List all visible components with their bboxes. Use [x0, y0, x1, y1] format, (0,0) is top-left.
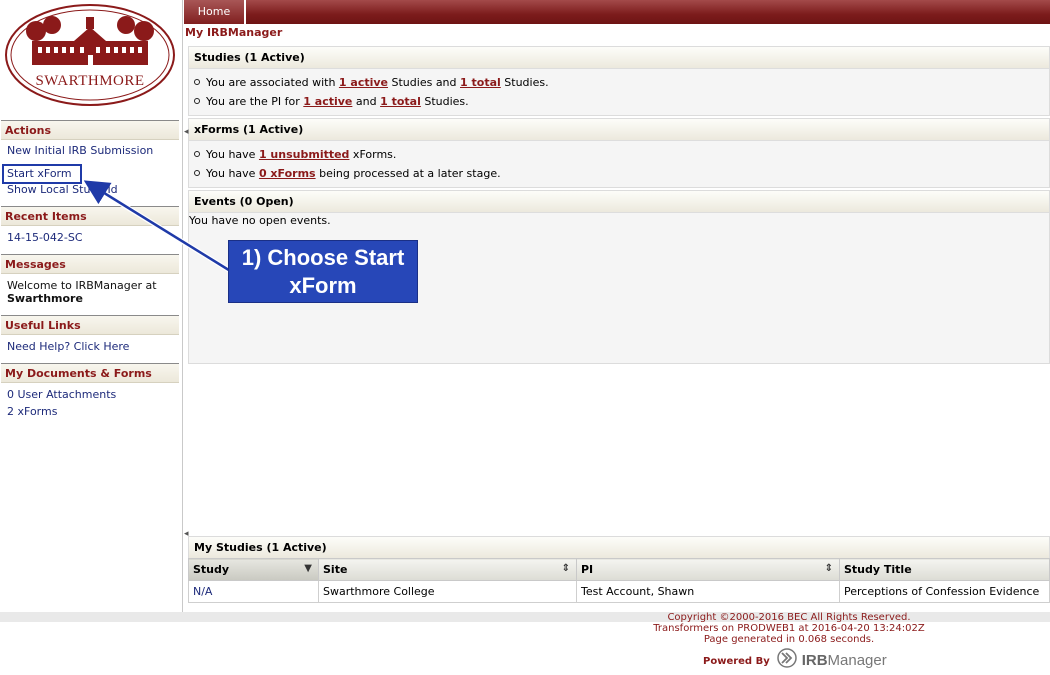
recent-item-link[interactable]: 14-15-042-SC [7, 231, 83, 244]
column-label: Site [323, 563, 348, 576]
irbmanager-logo-icon [777, 648, 797, 668]
tab-home[interactable]: Home [184, 0, 246, 24]
pi-active-link[interactable]: 1 active [303, 95, 352, 108]
cell-study[interactable]: N/A [188, 580, 319, 603]
sort-icon: ⇕ [561, 563, 570, 574]
cell-pi: Test Account, Shawn [576, 580, 840, 603]
cell-site: Swarthmore College [318, 580, 577, 603]
bullet-icon [194, 79, 200, 85]
collapse-handle-icon[interactable]: ◂ [184, 126, 189, 138]
text: You are the PI for [206, 95, 304, 108]
column-study-title[interactable]: Study Title [839, 558, 1050, 581]
callout-line-1: 1) Choose Start [241, 245, 405, 270]
new-irb-submission-link[interactable]: New Initial IRB Submission [7, 144, 153, 157]
my-studies-title: My Studies (1 Active) [189, 537, 1049, 559]
start-xform-highlight [2, 164, 82, 184]
need-help-link[interactable]: Need Help? Click Here [7, 340, 129, 353]
callout-box: 1) Choose Start xForm [228, 240, 418, 303]
actions-heading: Actions [1, 120, 179, 140]
column-label: Study [193, 563, 230, 576]
text: and [352, 95, 381, 108]
unsubmitted-xforms-link[interactable]: 1 unsubmitted [259, 148, 349, 161]
column-study[interactable]: Study ▼ [188, 558, 319, 581]
total-studies-link[interactable]: 1 total [460, 76, 501, 89]
column-label: Study Title [844, 563, 912, 576]
studies-associated-line: You are associated with 1 active Studies… [194, 76, 549, 89]
text: You are associated with [206, 76, 339, 89]
text: being processed at a later stage. [315, 167, 501, 180]
column-pi[interactable]: PI ⇕ [576, 558, 840, 581]
callout-line-2: xForm [289, 273, 357, 298]
user-attachments-link[interactable]: 0 User Attachments [7, 388, 116, 401]
studies-panel-title: Studies (1 Active) [189, 47, 1049, 69]
show-local-study-id-link[interactable]: Show Local Study Id [7, 183, 118, 196]
server-info-text: Transformers on PRODWEB1 at 2016-04-20 1… [653, 623, 925, 634]
copyright-text: Copyright ©2000-2016 BEC All Rights Rese… [667, 612, 911, 623]
text: xForms. [349, 148, 397, 161]
brand-irb: IRB [801, 652, 828, 669]
powered-by-logo[interactable]: Powered By IRBManager [703, 648, 887, 670]
top-nav-bar: Home [184, 0, 1050, 24]
bullet-icon [194, 170, 200, 176]
xforms-unsubmitted-line: You have 1 unsubmitted xForms. [194, 148, 396, 161]
active-studies-link[interactable]: 1 active [339, 76, 388, 89]
cell-title: Perceptions of Confession Evidence [839, 580, 1050, 603]
my-studies-panel: My Studies (1 Active) [188, 536, 1050, 559]
table-header-row: Study ▼ Site ⇕ PI ⇕ Study Title [188, 558, 1050, 581]
page-title: My IRBManager [185, 26, 283, 39]
events-panel-title: Events (0 Open) [189, 191, 1049, 213]
xforms-panel: xForms (1 Active) You have 1 unsubmitted… [188, 118, 1050, 188]
sort-icon: ⇕ [824, 563, 833, 574]
xforms-processing-line: You have 0 xForms being processed at a l… [194, 167, 501, 180]
swarthmore-logo[interactable]: SWARTHMORE [4, 3, 176, 107]
text: Studies and [388, 76, 461, 89]
useful-links-heading: Useful Links [1, 315, 179, 335]
studies-table: Study ▼ Site ⇕ PI ⇕ Study Title N/A Swarthm… [188, 558, 1050, 603]
text: Studies. [420, 95, 469, 108]
xforms-panel-title: xForms (1 Active) [189, 119, 1049, 141]
powered-by-text: Powered By [703, 656, 770, 667]
studies-pi-line: You are the PI for 1 active and 1 total … [194, 95, 469, 108]
sort-desc-icon: ▼ [304, 563, 312, 574]
column-label: PI [581, 563, 594, 576]
studies-panel: Studies (1 Active) You are associated wi… [188, 46, 1050, 116]
pi-total-link[interactable]: 1 total [380, 95, 421, 108]
bullet-icon [194, 98, 200, 104]
recent-items-heading: Recent Items [1, 206, 179, 226]
welcome-org: Swarthmore [7, 292, 83, 305]
column-site[interactable]: Site ⇕ [318, 558, 577, 581]
table-row[interactable]: N/A Swarthmore College Test Account, Sha… [188, 580, 1050, 603]
no-events-text: You have no open events. [189, 214, 331, 227]
text: Studies. [500, 76, 549, 89]
brand-manager: Manager [827, 652, 887, 669]
text: You have [206, 148, 259, 161]
irbmanager-wordmark: IRBManager [802, 652, 887, 669]
bullet-icon [194, 151, 200, 157]
messages-heading: Messages [1, 254, 179, 274]
text: You have [206, 167, 259, 180]
xforms-link[interactable]: 2 xForms [7, 405, 57, 418]
welcome-message: Welcome to IRBManager at Swarthmore [7, 279, 157, 305]
welcome-line: Welcome to IRBManager at [7, 279, 157, 292]
sidebar: SWARTHMORE Actions New Initial IRB Submi… [0, 0, 183, 612]
page-generated-text: Page generated in 0.068 seconds. [703, 634, 875, 645]
my-documents-heading: My Documents & Forms [1, 363, 179, 383]
logo-text: SWARTHMORE [35, 73, 144, 89]
processing-xforms-link[interactable]: 0 xForms [259, 167, 316, 180]
